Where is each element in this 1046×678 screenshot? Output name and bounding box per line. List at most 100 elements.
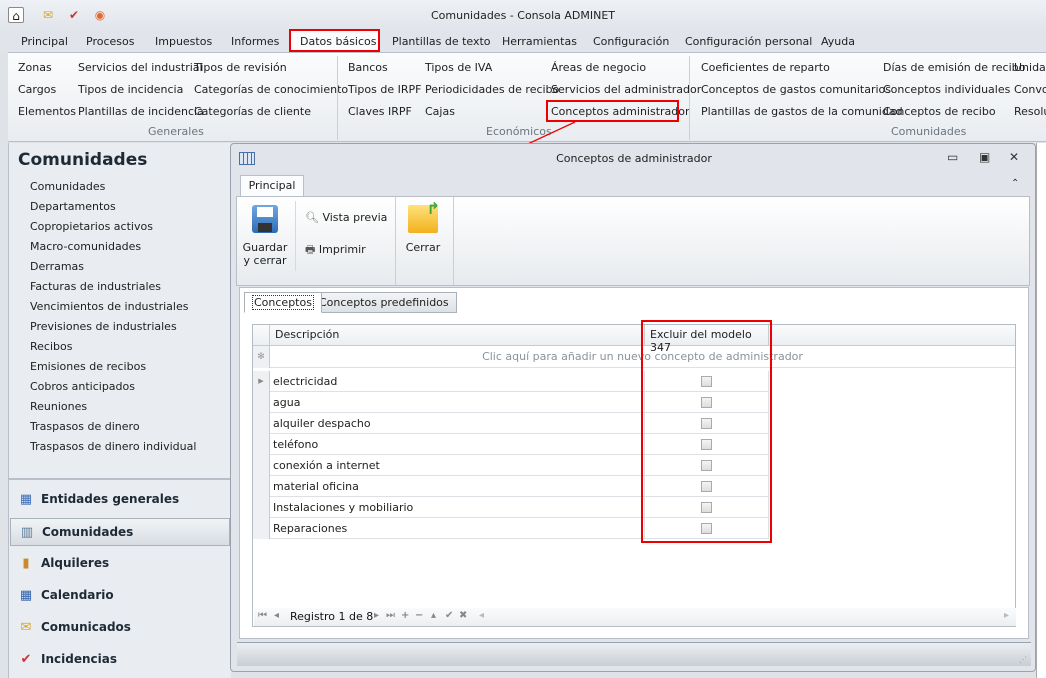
cell-descripcion[interactable]: alquiler despacho (270, 413, 645, 434)
ribbon-item[interactable]: Servicios del administrador (551, 83, 701, 96)
close-dialog-button[interactable]: ↱ Cerrar (400, 199, 446, 254)
sidebar-splitter[interactable] (8, 478, 231, 480)
save-and-close-button[interactable]: Guardar y cerrar (241, 205, 289, 267)
tab-ayuda[interactable]: Ayuda (821, 35, 855, 48)
sidebar-item[interactable]: Departamentos (30, 200, 116, 213)
tab-informes[interactable]: Informes (231, 35, 279, 48)
cell-descripcion[interactable]: electricidad (270, 371, 645, 392)
ribbon-item[interactable]: Resolu (1014, 105, 1046, 118)
sidebar-item[interactable]: Copropietarios activos (30, 220, 153, 233)
ribbon-item[interactable]: Conceptos individuales (883, 83, 1010, 96)
scroll-right-icon[interactable]: ▸ (1004, 610, 1009, 621)
ribbon-item[interactable]: Periodicidades de recibo (425, 83, 559, 96)
sidebar-item[interactable]: Traspasos de dinero individual (30, 440, 196, 453)
ribbon-item[interactable]: Elementos (18, 105, 76, 118)
ribbon-item[interactable]: Servicios del industrial (78, 61, 203, 74)
ribbon-item[interactable]: Bancos (348, 61, 388, 74)
nav-label: Incidencias (41, 652, 117, 666)
sidebar-item[interactable]: Recibos (30, 340, 72, 353)
calendar-icon: ▦ (19, 588, 33, 603)
tab-procesos[interactable]: Procesos (86, 35, 134, 48)
cell-descripcion[interactable]: material oficina (270, 476, 645, 497)
ribbon-item[interactable]: Áreas de negocio (551, 61, 646, 74)
ribbon-item[interactable]: Categorías de cliente (194, 105, 311, 118)
ribbon-item[interactable]: Plantillas de gastos de la comunidad (701, 105, 903, 118)
ribbon-item[interactable]: Coeficientes de reparto (701, 61, 830, 74)
cell-descripcion[interactable]: agua (270, 392, 645, 413)
close-button[interactable]: ✕ (1009, 150, 1019, 164)
ribbon-item[interactable]: Conceptos de recibo (883, 105, 996, 118)
edit-record-button[interactable]: ▴ (431, 610, 436, 621)
sidebar-item[interactable]: Cobros anticipados (30, 380, 135, 393)
nav-alquileres[interactable]: ▮ Alquileres (10, 550, 230, 578)
sidebar-item[interactable]: Traspasos de dinero (30, 420, 140, 433)
nav-comunicados[interactable]: ✉ Comunicados (10, 614, 230, 642)
sidebar-item[interactable]: Previsiones de industriales (30, 320, 177, 333)
sidebar-item[interactable]: Comunidades (30, 180, 105, 193)
title-bar: ⌂ ✉ ✔ ◉ Comunidades - Consola ADMINET (0, 0, 1046, 30)
print-button[interactable]: 🖶 Imprimir (305, 241, 366, 260)
group-separator (689, 56, 690, 140)
ribbon-item[interactable]: Tipos de incidencia (78, 83, 183, 96)
first-record-button[interactable]: ⏮ (258, 610, 267, 621)
status-bar: ⋰ (237, 642, 1031, 666)
ribbon-item[interactable]: Categorías de conocimiento (194, 83, 348, 96)
ribbon-item[interactable]: Tipos de revisión (194, 61, 287, 74)
tab-conceptos[interactable]: Conceptos (244, 292, 322, 313)
scroll-left-icon[interactable]: ◂ (479, 610, 484, 621)
ribbon-item[interactable]: Conceptos de gastos comunitarios (701, 83, 891, 96)
prev-record-button[interactable]: ◂ (274, 610, 279, 621)
tab-configuracion[interactable]: Configuración (593, 35, 669, 48)
nav-incidencias[interactable]: ✔ Incidencias (10, 646, 230, 674)
ribbon-tab-principal[interactable]: Principal (240, 175, 304, 197)
last-record-button[interactable]: ⏭ (386, 610, 395, 621)
ribbon-item[interactable]: Tipos de IRPF (348, 83, 421, 96)
mail-icon: ✉ (20, 620, 32, 635)
collapse-ribbon-icon[interactable]: ⌃ (1011, 178, 1019, 189)
tab-conceptos-predefinidos[interactable]: Conceptos predefinidos (311, 292, 457, 313)
tab-principal[interactable]: Principal (21, 35, 68, 48)
ribbon-item[interactable]: Claves IRPF (348, 105, 412, 118)
ribbon-item[interactable]: Cajas (425, 105, 455, 118)
delete-record-button[interactable]: − (415, 610, 423, 621)
new-row-icon: ✻ (253, 346, 270, 368)
ribbon-item[interactable]: Plantillas de incidencia (78, 105, 204, 118)
cell-descripcion[interactable]: Reparaciones (270, 518, 645, 539)
nav-entidades-generales[interactable]: ▦ Entidades generales (10, 486, 230, 514)
sidebar-item[interactable]: Reuniones (30, 400, 87, 413)
tab-impuestos[interactable]: Impuestos (155, 35, 212, 48)
tab-plantillas-texto[interactable]: Plantillas de texto (392, 35, 491, 48)
ribbon-item[interactable]: Convo (1014, 83, 1046, 96)
cancel-edit-button[interactable]: ✖ (459, 610, 467, 621)
next-record-button[interactable]: ▸ (374, 610, 379, 621)
sidebar-item[interactable]: Facturas de industriales (30, 280, 161, 293)
maximize-button[interactable]: ▣ (979, 150, 990, 164)
tab-datos-basicos[interactable]: Datos básicos (289, 29, 380, 52)
cell-descripcion[interactable]: conexión a internet (270, 455, 645, 476)
sidebar-item[interactable]: Emisiones de recibos (30, 360, 146, 373)
resize-grip-icon[interactable]: ⋰ (1019, 655, 1027, 664)
ribbon-item[interactable]: Zonas (18, 61, 52, 74)
ribbon-item[interactable]: Días de emisión de recibo (883, 61, 1025, 74)
tab-configuracion-personal[interactable]: Configuración personal (685, 35, 812, 48)
cell-descripcion[interactable]: teléfono (270, 434, 645, 455)
ribbon-item[interactable]: Cargos (18, 83, 56, 96)
sidebar-item[interactable]: Vencimientos de industriales (30, 300, 188, 313)
ribbon-item[interactable]: Unidad (1014, 61, 1046, 74)
grid-header-filler (769, 325, 1015, 346)
minimize-button[interactable]: ▭ (947, 150, 958, 164)
sidebar-item[interactable]: Derramas (30, 260, 84, 273)
add-record-button[interactable]: + (401, 610, 409, 621)
print-preview-button[interactable]: 🔍︎ Vista previa (305, 211, 387, 224)
column-header-descripcion[interactable]: Descripción (270, 325, 645, 346)
tab-herramientas[interactable]: Herramientas (502, 35, 577, 48)
building-icon: ▥ (20, 525, 34, 540)
nav-calendario[interactable]: ▦ Calendario (10, 582, 230, 610)
ribbon-item[interactable]: Tipos de IVA (425, 61, 492, 74)
sidebar-item[interactable]: Macro-comunidades (30, 240, 141, 253)
cell-descripcion[interactable]: Instalaciones y mobiliario (270, 497, 645, 518)
end-edit-button[interactable]: ✔ (445, 610, 453, 621)
grid-header-indicator (253, 325, 270, 346)
clipboard-check-icon: ✔ (20, 652, 32, 667)
nav-comunidades[interactable]: ▥ Comunidades (10, 518, 230, 546)
